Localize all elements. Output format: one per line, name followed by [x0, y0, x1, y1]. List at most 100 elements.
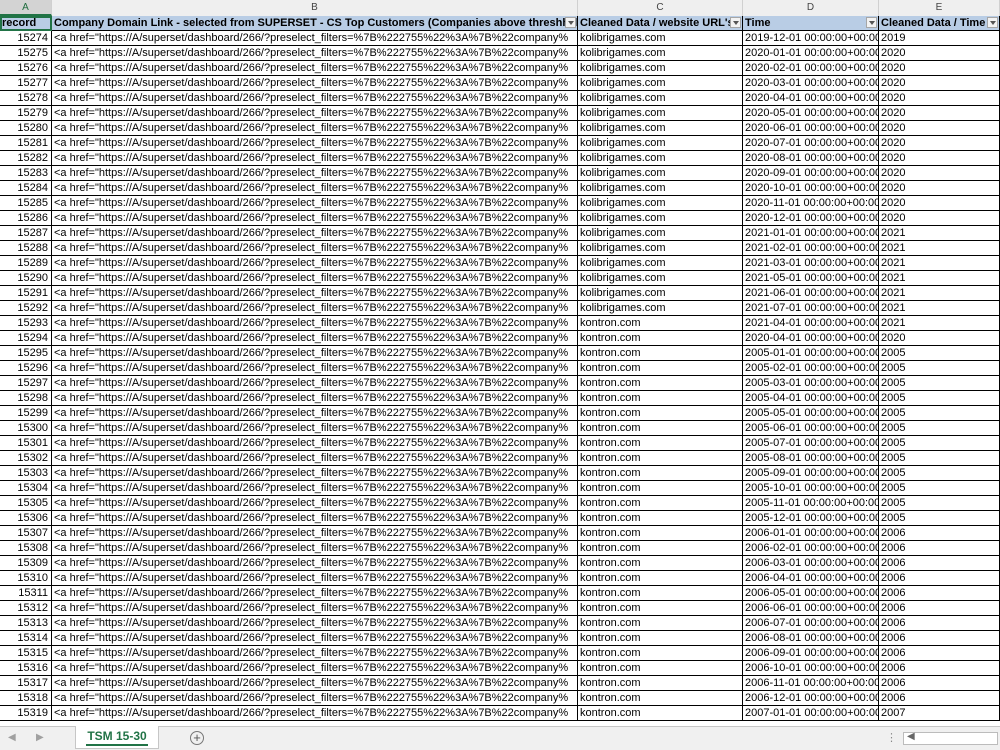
- time-cell[interactable]: 2020-02-01 00:00:00+00:00: [743, 61, 879, 76]
- record-cell[interactable]: 15312: [0, 601, 52, 616]
- time-cell[interactable]: 2005-12-01 00:00:00+00:00: [743, 511, 879, 526]
- record-cell[interactable]: 15283: [0, 166, 52, 181]
- chevron-right-icon[interactable]: ▶: [36, 732, 44, 743]
- filter-dropdown-icon[interactable]: [730, 17, 741, 28]
- horizontal-scrollbar[interactable]: ◀: [903, 731, 998, 745]
- chevron-left-icon[interactable]: ◀: [8, 732, 16, 743]
- link-cell[interactable]: <a href="https://A/superset/dashboard/26…: [52, 316, 578, 331]
- record-cell[interactable]: 15289: [0, 256, 52, 271]
- year-cell[interactable]: 2020: [879, 166, 1000, 181]
- year-cell[interactable]: 2021: [879, 226, 1000, 241]
- time-cell[interactable]: 2005-10-01 00:00:00+00:00: [743, 481, 879, 496]
- year-cell[interactable]: 2021: [879, 271, 1000, 286]
- time-cell[interactable]: 2006-07-01 00:00:00+00:00: [743, 616, 879, 631]
- link-cell[interactable]: <a href="https://A/superset/dashboard/26…: [52, 256, 578, 271]
- time-cell[interactable]: 2021-05-01 00:00:00+00:00: [743, 271, 879, 286]
- record-cell[interactable]: 15280: [0, 121, 52, 136]
- link-cell[interactable]: <a href="https://A/superset/dashboard/26…: [52, 151, 578, 166]
- domain-cell[interactable]: kontron.com: [578, 316, 743, 331]
- record-cell[interactable]: 15284: [0, 181, 52, 196]
- domain-cell[interactable]: kontron.com: [578, 346, 743, 361]
- link-cell[interactable]: <a href="https://A/superset/dashboard/26…: [52, 496, 578, 511]
- year-cell[interactable]: 2005: [879, 451, 1000, 466]
- record-cell[interactable]: 15285: [0, 196, 52, 211]
- domain-cell[interactable]: kolibrigames.com: [578, 301, 743, 316]
- year-cell[interactable]: 2005: [879, 481, 1000, 496]
- time-cell[interactable]: 2021-03-01 00:00:00+00:00: [743, 256, 879, 271]
- record-cell[interactable]: 15291: [0, 286, 52, 301]
- record-cell[interactable]: 15299: [0, 406, 52, 421]
- domain-cell[interactable]: kolibrigames.com: [578, 226, 743, 241]
- link-cell[interactable]: <a href="https://A/superset/dashboard/26…: [52, 301, 578, 316]
- link-cell[interactable]: <a href="https://A/superset/dashboard/26…: [52, 646, 578, 661]
- record-cell[interactable]: 15275: [0, 46, 52, 61]
- record-cell[interactable]: 15294: [0, 331, 52, 346]
- time-cell[interactable]: 2019-12-01 00:00:00+00:00: [743, 31, 879, 46]
- domain-cell[interactable]: kontron.com: [578, 586, 743, 601]
- link-cell[interactable]: <a href="https://A/superset/dashboard/26…: [52, 691, 578, 706]
- year-cell[interactable]: 2006: [879, 631, 1000, 646]
- domain-cell[interactable]: kolibrigames.com: [578, 121, 743, 136]
- year-cell[interactable]: 2006: [879, 571, 1000, 586]
- record-cell[interactable]: 15295: [0, 346, 52, 361]
- domain-cell[interactable]: kontron.com: [578, 436, 743, 451]
- link-cell[interactable]: <a href="https://A/superset/dashboard/26…: [52, 166, 578, 181]
- year-cell[interactable]: 2005: [879, 421, 1000, 436]
- domain-cell[interactable]: kolibrigames.com: [578, 46, 743, 61]
- domain-cell[interactable]: kontron.com: [578, 706, 743, 721]
- record-cell[interactable]: 15278: [0, 91, 52, 106]
- time-cell[interactable]: 2020-01-01 00:00:00+00:00: [743, 46, 879, 61]
- link-cell[interactable]: <a href="https://A/superset/dashboard/26…: [52, 616, 578, 631]
- record-cell[interactable]: 15290: [0, 271, 52, 286]
- link-cell[interactable]: <a href="https://A/superset/dashboard/26…: [52, 466, 578, 481]
- time-cell[interactable]: 2006-02-01 00:00:00+00:00: [743, 541, 879, 556]
- domain-cell[interactable]: kontron.com: [578, 616, 743, 631]
- time-cell[interactable]: 2006-05-01 00:00:00+00:00: [743, 586, 879, 601]
- record-cell[interactable]: 15307: [0, 526, 52, 541]
- record-cell[interactable]: 15303: [0, 466, 52, 481]
- record-cell[interactable]: 15314: [0, 631, 52, 646]
- time-cell[interactable]: 2021-01-01 00:00:00+00:00: [743, 226, 879, 241]
- domain-cell[interactable]: kontron.com: [578, 631, 743, 646]
- link-cell[interactable]: <a href="https://A/superset/dashboard/26…: [52, 361, 578, 376]
- link-cell[interactable]: <a href="https://A/superset/dashboard/26…: [52, 541, 578, 556]
- time-cell[interactable]: 2006-09-01 00:00:00+00:00: [743, 646, 879, 661]
- domain-cell[interactable]: kolibrigames.com: [578, 76, 743, 91]
- column-header-a[interactable]: A: [0, 0, 52, 16]
- year-cell[interactable]: 2007: [879, 706, 1000, 721]
- time-cell[interactable]: 2020-08-01 00:00:00+00:00: [743, 151, 879, 166]
- time-cell[interactable]: 2005-08-01 00:00:00+00:00: [743, 451, 879, 466]
- year-cell[interactable]: 2006: [879, 661, 1000, 676]
- record-cell[interactable]: 15293: [0, 316, 52, 331]
- time-cell[interactable]: 2005-09-01 00:00:00+00:00: [743, 466, 879, 481]
- link-cell[interactable]: <a href="https://A/superset/dashboard/26…: [52, 331, 578, 346]
- link-cell[interactable]: <a href="https://A/superset/dashboard/26…: [52, 511, 578, 526]
- time-cell[interactable]: 2020-04-01 00:00:00+00:00: [743, 91, 879, 106]
- header-cell-a[interactable]: record: [0, 16, 52, 31]
- link-cell[interactable]: <a href="https://A/superset/dashboard/26…: [52, 571, 578, 586]
- record-cell[interactable]: 15311: [0, 586, 52, 601]
- record-cell[interactable]: 15276: [0, 61, 52, 76]
- time-cell[interactable]: 2021-06-01 00:00:00+00:00: [743, 286, 879, 301]
- time-cell[interactable]: 2006-04-01 00:00:00+00:00: [743, 571, 879, 586]
- link-cell[interactable]: <a href="https://A/superset/dashboard/26…: [52, 271, 578, 286]
- domain-cell[interactable]: kontron.com: [578, 466, 743, 481]
- link-cell[interactable]: <a href="https://A/superset/dashboard/26…: [52, 136, 578, 151]
- link-cell[interactable]: <a href="https://A/superset/dashboard/26…: [52, 121, 578, 136]
- link-cell[interactable]: <a href="https://A/superset/dashboard/26…: [52, 451, 578, 466]
- record-cell[interactable]: 15317: [0, 676, 52, 691]
- time-cell[interactable]: 2006-03-01 00:00:00+00:00: [743, 556, 879, 571]
- time-cell[interactable]: 2020-04-01 00:00:00+00:00: [743, 331, 879, 346]
- link-cell[interactable]: <a href="https://A/superset/dashboard/26…: [52, 211, 578, 226]
- domain-cell[interactable]: kolibrigames.com: [578, 61, 743, 76]
- domain-cell[interactable]: kolibrigames.com: [578, 196, 743, 211]
- record-cell[interactable]: 15298: [0, 391, 52, 406]
- scroll-left-icon[interactable]: ◀: [907, 731, 915, 742]
- record-cell[interactable]: 15306: [0, 511, 52, 526]
- domain-cell[interactable]: kontron.com: [578, 556, 743, 571]
- link-cell[interactable]: <a href="https://A/superset/dashboard/26…: [52, 631, 578, 646]
- record-cell[interactable]: 15302: [0, 451, 52, 466]
- record-cell[interactable]: 15319: [0, 706, 52, 721]
- time-cell[interactable]: 2020-11-01 00:00:00+00:00: [743, 196, 879, 211]
- plus-circle-icon[interactable]: +: [190, 731, 204, 745]
